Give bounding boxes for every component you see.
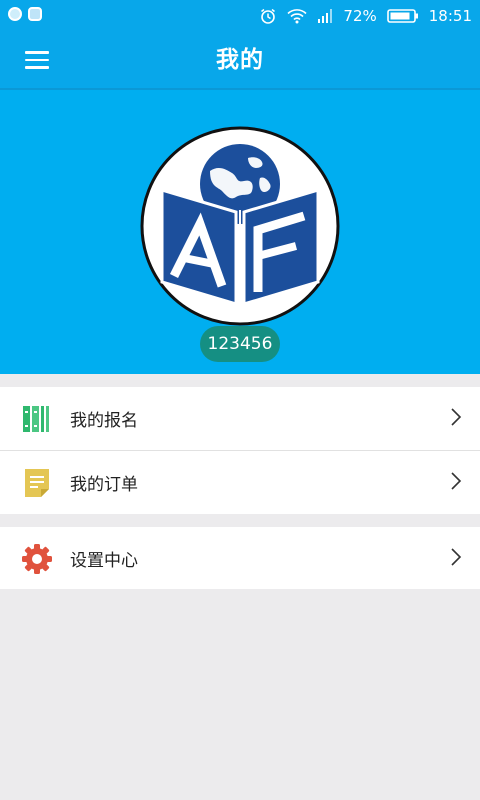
signal-icon	[317, 8, 333, 24]
app-bar: 我的	[0, 32, 480, 90]
username-badge: 123456	[200, 326, 280, 362]
menu-group-settings: 设置中心	[0, 527, 480, 589]
menu-item-my-registrations[interactable]: 我的报名	[0, 387, 480, 450]
clock-time: 18:51	[428, 7, 472, 25]
note-icon	[21, 467, 53, 499]
menu-group-orders: 我的报名 我的订单	[0, 387, 480, 514]
avatar-logo[interactable]	[140, 126, 340, 326]
app-notification-icon	[8, 7, 22, 21]
alarm-icon	[259, 7, 277, 25]
profile-header: 123456	[0, 90, 480, 374]
menu-item-label: 我的报名	[70, 411, 138, 431]
menu-item-label: 我的订单	[70, 475, 138, 495]
chevron-right-icon	[450, 547, 462, 571]
status-bar: 72% 18:51	[0, 0, 480, 32]
menu-item-my-orders[interactable]: 我的订单	[0, 450, 480, 514]
app-notification-icon	[28, 7, 42, 21]
gear-icon	[21, 543, 53, 575]
menu-item-label: 设置中心	[70, 551, 138, 571]
books-icon	[21, 403, 53, 435]
battery-percent: 72%	[343, 7, 377, 25]
battery-icon	[386, 8, 419, 24]
chevron-right-icon	[450, 471, 462, 495]
wifi-icon	[287, 8, 307, 24]
chevron-right-icon	[450, 407, 462, 431]
menu-item-settings-center[interactable]: 设置中心	[0, 527, 480, 590]
page-title: 我的	[216, 47, 264, 73]
